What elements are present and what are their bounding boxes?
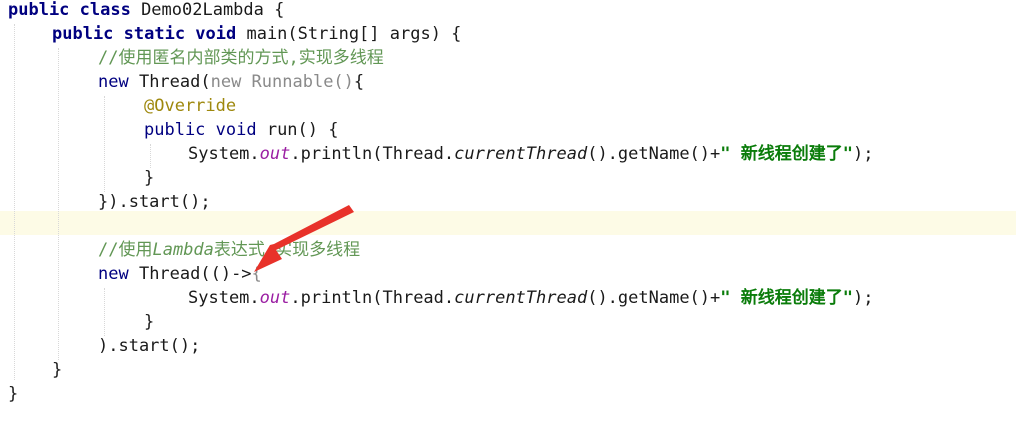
indent-guide [150,144,151,168]
code-line-8: } [144,168,155,188]
code-line-2: public static void main(String[] args) { [52,24,462,44]
code-line-13: System.out.println(Thread.currentThread(… [188,288,874,308]
code-line-15: ).start(); [98,336,201,356]
current-line-highlight [0,211,1016,235]
code-line-16: } [52,360,63,380]
code-line-12: new Thread(()->{ [98,264,262,284]
indent-guide [104,96,105,192]
code-line-4: new Thread(new Runnable(){ [98,72,365,92]
code-line-3: //使用匿名内部类的方式,实现多线程 [98,48,384,68]
code-line-5: @Override [144,96,237,116]
code-line-6: public void run() { [144,120,339,140]
indent-guide [58,48,59,360]
code-line-7: System.out.println(Thread.currentThread(… [188,144,874,164]
code-line-14: } [144,312,155,332]
code-editor[interactable]: public class Demo02Lambda { public stati… [0,0,1016,434]
code-line-9: }).start(); [98,192,211,212]
indent-guide [104,288,105,336]
code-line-11: //使用Lambda表达式,实现多线程 [98,240,361,260]
code-line-1: public class Demo02Lambda { [8,0,285,20]
indent-guide [14,24,15,380]
code-line-17: } [8,384,19,404]
